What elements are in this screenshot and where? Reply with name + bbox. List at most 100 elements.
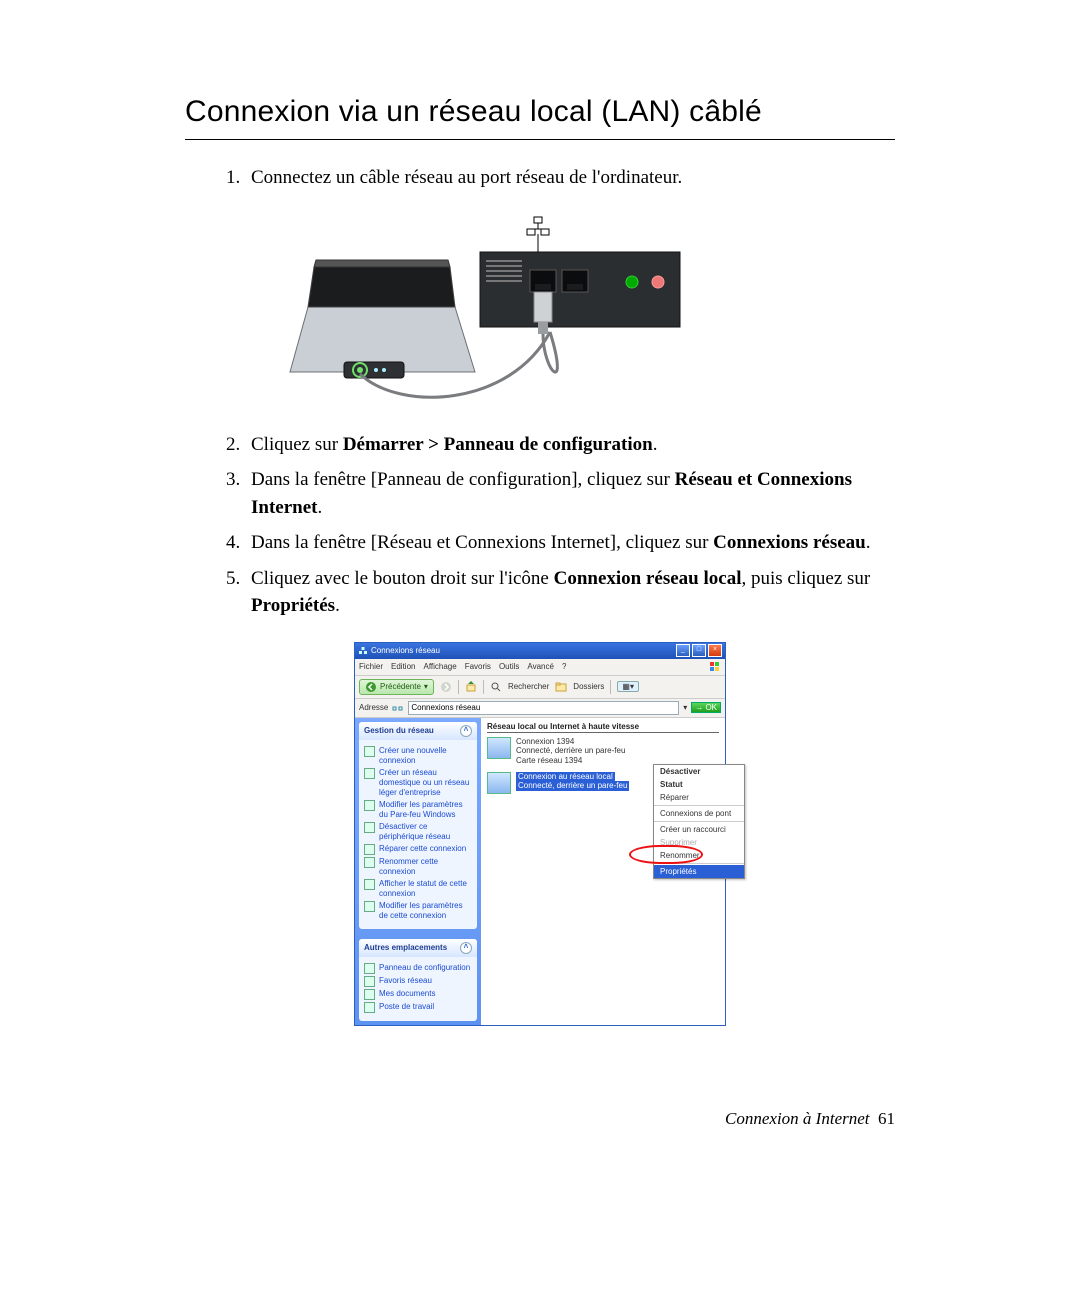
go-button[interactable]: → OK	[691, 702, 721, 713]
task-home-network[interactable]: Créer un réseau domestique ou un réseau …	[364, 768, 472, 798]
address-bar: Adresse ▾ → OK	[355, 699, 725, 718]
menu-favoris[interactable]: Favoris	[465, 662, 491, 671]
sidebar-panel-tasks-header[interactable]: Gestion du réseau ˄	[359, 722, 477, 740]
close-button[interactable]: ×	[708, 644, 722, 657]
place-label: Mes documents	[379, 989, 435, 1000]
step-2: Cliquez sur Démarrer > Panneau de config…	[245, 431, 895, 459]
step-1: Connectez un câble réseau au port réseau…	[245, 164, 895, 192]
step-5: Cliquez avec le bouton droit sur l'icône…	[245, 565, 895, 620]
connection-status: Connecté, derrière un pare-feu	[516, 781, 629, 791]
step-4-pre: Dans la fenêtre [Réseau et Connexions In…	[251, 532, 713, 553]
step-4-bold: Connexions réseau	[713, 532, 866, 553]
connection-name: Connexion au réseau local	[516, 772, 615, 782]
ctx-shortcut[interactable]: Créer un raccourci	[654, 823, 744, 836]
bullet-icon	[364, 901, 375, 912]
connection-1394[interactable]: Connexion 1394 Connecté, derrière un par…	[487, 737, 719, 766]
main-content: Réseau local ou Internet à haute vitesse…	[481, 718, 725, 1025]
menu-outils[interactable]: Outils	[499, 662, 519, 671]
place-computer[interactable]: Poste de travail	[364, 1002, 472, 1013]
sidebar-panel-places-header[interactable]: Autres emplacements ˄	[359, 939, 477, 957]
sidebar-panel-places-title: Autres emplacements	[364, 943, 447, 952]
step-4-post: .	[866, 532, 871, 553]
step-5-bold: Connexion réseau local	[554, 568, 742, 589]
go-label: OK	[705, 703, 717, 712]
task-status[interactable]: Afficher le statut de cette connexion	[364, 879, 472, 899]
bullet-icon	[364, 963, 375, 974]
task-label: Modifier les paramètres de cette connexi…	[379, 901, 472, 921]
task-label: Désactiver ce périphérique réseau	[379, 822, 472, 842]
place-control-panel[interactable]: Panneau de configuration	[364, 963, 472, 974]
folders-label[interactable]: Dossiers	[573, 682, 604, 691]
footer-page: 61	[878, 1109, 895, 1128]
back-button[interactable]: Précédente ▾	[359, 679, 434, 695]
forward-button[interactable]	[440, 681, 452, 693]
menubar: Fichier Edition Affichage Favoris Outils…	[355, 659, 725, 676]
menu-avance[interactable]: Avancé	[527, 662, 554, 671]
ctx-disable[interactable]: Désactiver	[654, 765, 744, 778]
bullet-icon	[364, 857, 375, 868]
bullet-icon	[364, 822, 375, 833]
toolbar: Précédente ▾ Rechercher Dossiers ▦▾	[355, 676, 725, 699]
context-menu: Désactiver Statut Réparer Connexions de …	[653, 764, 745, 879]
search-label[interactable]: Rechercher	[508, 682, 549, 691]
page-footer: Connexion à Internet 61	[0, 1109, 895, 1129]
collapse-icon: ˄	[460, 942, 472, 954]
task-rename[interactable]: Renommer cette connexion	[364, 857, 472, 877]
ctx-bridge[interactable]: Connexions de pont	[654, 807, 744, 820]
bullet-icon	[364, 800, 375, 811]
ctx-rename[interactable]: Renommer	[654, 849, 744, 862]
connection-detail: Carte réseau 1394	[516, 756, 625, 766]
place-documents[interactable]: Mes documents	[364, 989, 472, 1000]
connection-icon	[487, 772, 511, 794]
step-5-pre: Cliquez avec le bouton droit sur l'icône	[251, 568, 554, 589]
bullet-icon	[364, 1002, 375, 1013]
step-4: Dans la fenêtre [Réseau et Connexions In…	[245, 529, 895, 557]
place-network-favorites[interactable]: Favoris réseau	[364, 976, 472, 987]
connection-status: Connecté, derrière un pare-feu	[516, 746, 625, 756]
view-button[interactable]: ▦▾	[617, 681, 639, 692]
address-dropdown-icon[interactable]: ▾	[683, 703, 687, 712]
steps-list-2: Cliquez sur Démarrer > Panneau de config…	[185, 431, 895, 620]
xp-flag-icon	[709, 661, 721, 673]
step-5-post: , puis cliquez sur	[741, 568, 870, 589]
address-icon	[392, 702, 404, 714]
search-icon	[490, 681, 502, 693]
network-icon	[358, 646, 368, 656]
task-firewall[interactable]: Modifier les paramètres du Pare-feu Wind…	[364, 800, 472, 820]
task-label: Modifier les paramètres du Pare-feu Wind…	[379, 800, 472, 820]
menu-affichage[interactable]: Affichage	[423, 662, 456, 671]
separator	[610, 680, 611, 694]
menu-edition[interactable]: Edition	[391, 662, 415, 671]
place-label: Panneau de configuration	[379, 963, 470, 974]
address-input[interactable]	[408, 701, 679, 715]
menu-help[interactable]: ?	[562, 662, 566, 671]
title-rule	[185, 139, 895, 140]
task-label: Renommer cette connexion	[379, 857, 472, 877]
place-label: Poste de travail	[379, 1002, 434, 1013]
minimize-button[interactable]: _	[676, 644, 690, 657]
connection-name: Connexion 1394	[516, 737, 625, 747]
ctx-repair[interactable]: Réparer	[654, 791, 744, 804]
maximize-button[interactable]: □	[692, 644, 706, 657]
ctx-delete: Supprimer	[654, 836, 744, 849]
address-label: Adresse	[359, 703, 388, 712]
bullet-icon	[364, 976, 375, 987]
task-settings[interactable]: Modifier les paramètres de cette connexi…	[364, 901, 472, 921]
step-2-post: .	[653, 434, 658, 455]
ctx-label: Statut	[660, 780, 683, 789]
task-disable[interactable]: Désactiver ce périphérique réseau	[364, 822, 472, 842]
ctx-status[interactable]: Statut	[654, 778, 744, 791]
group-header: Réseau local ou Internet à haute vitesse	[487, 722, 719, 733]
task-new-connection[interactable]: Créer une nouvelle connexion	[364, 746, 472, 766]
separator	[483, 680, 484, 694]
bullet-icon	[364, 879, 375, 890]
ctx-properties[interactable]: Propriétés	[654, 865, 744, 878]
task-repair[interactable]: Réparer cette connexion	[364, 844, 472, 855]
task-label: Réparer cette connexion	[379, 844, 466, 855]
menu-fichier[interactable]: Fichier	[359, 662, 383, 671]
bullet-icon	[364, 768, 375, 779]
footer-label: Connexion à Internet	[725, 1109, 869, 1128]
laptop-ethernet-illustration	[250, 212, 830, 407]
page-title: Connexion via un réseau local (LAN) câbl…	[185, 95, 895, 129]
up-button[interactable]	[465, 681, 477, 693]
